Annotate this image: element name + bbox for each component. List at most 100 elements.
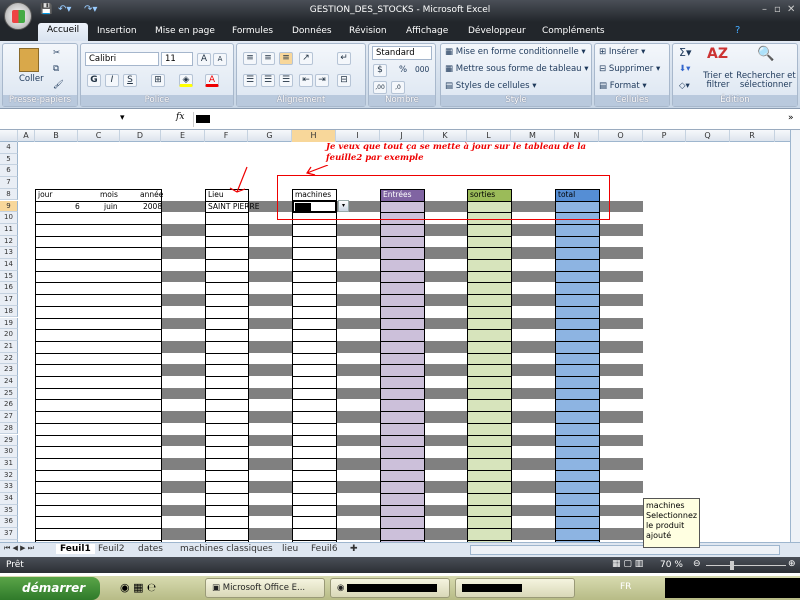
select-all-corner[interactable]: [0, 130, 18, 142]
sort-filter-button[interactable]: Trier et filtrer: [701, 72, 735, 90]
taskbar-excel[interactable]: ▣ Microsoft Office E...: [205, 578, 325, 598]
number-format-select[interactable]: Standard: [372, 46, 432, 60]
paste-icon[interactable]: [19, 48, 39, 72]
validation-dropdown-button[interactable]: ▾: [338, 199, 349, 213]
row-header[interactable]: 8: [0, 188, 18, 201]
column-header[interactable]: B: [35, 130, 78, 142]
maximize-icon[interactable]: ▫: [774, 4, 781, 15]
save-icon[interactable]: 💾: [40, 4, 52, 15]
clear-icon[interactable]: ◇▾: [679, 81, 690, 91]
row-header[interactable]: 18: [0, 305, 18, 318]
help-icon[interactable]: ?: [735, 25, 740, 36]
tab-developpeur[interactable]: Développeur: [460, 25, 534, 37]
tab-mise-en-page[interactable]: Mise en page: [147, 25, 223, 37]
percent-button[interactable]: %: [399, 65, 407, 75]
column-header[interactable]: H: [292, 130, 336, 142]
row-header[interactable]: 7: [0, 177, 18, 189]
column-header[interactable]: K: [424, 130, 467, 142]
row-header[interactable]: 13: [0, 247, 18, 259]
conditional-formatting-button[interactable]: ▦ Mise en forme conditionnelle ▾: [445, 47, 586, 57]
cell-mois-value[interactable]: juin: [104, 201, 118, 214]
redo-icon[interactable]: ↷▾: [84, 4, 97, 15]
decrease-decimal-icon[interactable]: ,0: [391, 81, 405, 94]
sort-filter-icon[interactable]: AZ: [707, 46, 728, 62]
font-name-select[interactable]: Calibri: [85, 52, 159, 66]
selected-cell-h9[interactable]: [292, 199, 337, 214]
taskbar-window[interactable]: [455, 578, 575, 598]
sheet-tab-lieu[interactable]: lieu: [282, 544, 298, 554]
row-header[interactable]: 28: [0, 422, 18, 435]
row-header[interactable]: 32: [0, 469, 18, 482]
format-button[interactable]: ▤ Format ▾: [599, 81, 647, 91]
row-header[interactable]: 15: [0, 270, 18, 283]
row-header[interactable]: 33: [0, 481, 18, 493]
language-indicator[interactable]: FR: [620, 582, 631, 592]
close-icon[interactable]: ✕: [787, 4, 795, 15]
align-left-icon[interactable]: ☰: [243, 74, 257, 87]
office-button[interactable]: [4, 2, 32, 30]
cut-icon[interactable]: ✂: [53, 48, 60, 58]
align-bottom-icon[interactable]: ≡: [279, 52, 293, 65]
paste-button[interactable]: Coller: [19, 74, 44, 84]
find-icon[interactable]: 🔍: [757, 46, 774, 62]
sheet-tab-feuil2[interactable]: Feuil2: [98, 544, 125, 554]
sheet-tab-feuil6[interactable]: Feuil6: [311, 544, 338, 554]
tab-complements[interactable]: Compléments: [534, 25, 613, 37]
tab-revision[interactable]: Révision: [341, 25, 395, 37]
borders-icon[interactable]: ⊞: [151, 74, 165, 87]
column-header[interactable]: M: [511, 130, 555, 142]
row-header[interactable]: 26: [0, 399, 18, 412]
vertical-scrollbar[interactable]: [790, 130, 800, 542]
align-middle-icon[interactable]: ≡: [261, 52, 275, 65]
currency-icon[interactable]: $: [373, 64, 387, 77]
copy-icon[interactable]: ⧉: [53, 64, 59, 74]
column-header[interactable]: C: [78, 130, 120, 142]
grow-font-icon[interactable]: A: [197, 53, 211, 66]
row-header[interactable]: 4: [0, 142, 18, 154]
autosum-icon[interactable]: Σ▾: [679, 46, 691, 59]
row-header[interactable]: 27: [0, 411, 18, 423]
row-header[interactable]: 16: [0, 282, 18, 295]
taskbar-firefox[interactable]: ◉: [330, 578, 450, 598]
formula-input[interactable]: [193, 112, 783, 127]
find-select-button[interactable]: Rechercher et sélectionner: [735, 72, 797, 90]
row-header[interactable]: 37: [0, 528, 18, 540]
row-header[interactable]: 30: [0, 446, 18, 458]
row-header[interactable]: 9: [0, 200, 18, 213]
font-size-select[interactable]: 11: [161, 52, 193, 66]
row-header[interactable]: 29: [0, 434, 18, 447]
align-right-icon[interactable]: ☰: [279, 74, 293, 87]
thousands-button[interactable]: 000: [415, 65, 429, 74]
format-as-table-button[interactable]: ▦ Mettre sous forme de tableau ▾: [445, 64, 589, 74]
row-header[interactable]: 34: [0, 493, 18, 505]
sheet-tab-feuil1[interactable]: Feuil1: [56, 544, 95, 554]
fill-color-icon[interactable]: ◈: [179, 74, 193, 87]
cell-jour-value[interactable]: 6: [75, 201, 80, 214]
new-sheet-icon[interactable]: ✚: [350, 544, 358, 554]
zoom-slider[interactable]: [706, 565, 786, 566]
row-header[interactable]: 14: [0, 259, 18, 271]
bold-button[interactable]: G: [87, 74, 101, 87]
column-header[interactable]: J: [380, 130, 424, 142]
row-header[interactable]: 22: [0, 352, 18, 365]
align-top-icon[interactable]: ≡: [243, 52, 257, 65]
delete-button[interactable]: ⊟ Supprimer ▾: [599, 64, 660, 74]
insert-button[interactable]: ⊞ Insérer ▾: [599, 47, 645, 57]
column-header[interactable]: L: [467, 130, 511, 142]
row-header[interactable]: 5: [0, 153, 18, 166]
column-header[interactable]: D: [120, 130, 161, 142]
view-normal-icon[interactable]: ▦ ▢ ▥: [612, 559, 643, 569]
tab-insertion[interactable]: Insertion: [89, 25, 145, 37]
row-header[interactable]: 12: [0, 235, 18, 248]
tab-formules[interactable]: Formules: [224, 25, 281, 37]
column-header[interactable]: P: [643, 130, 686, 142]
horizontal-scrollbar[interactable]: [470, 545, 780, 555]
undo-icon[interactable]: ↶▾: [58, 4, 71, 15]
sheet-tab-dates[interactable]: dates: [138, 544, 163, 554]
zoom-slider-thumb[interactable]: [730, 561, 734, 570]
row-header[interactable]: 25: [0, 387, 18, 400]
column-header[interactable]: O: [599, 130, 643, 142]
increase-decimal-icon[interactable]: ,00: [373, 81, 387, 94]
orientation-icon[interactable]: ↗: [299, 52, 313, 65]
fx-icon[interactable]: fx: [176, 112, 184, 122]
